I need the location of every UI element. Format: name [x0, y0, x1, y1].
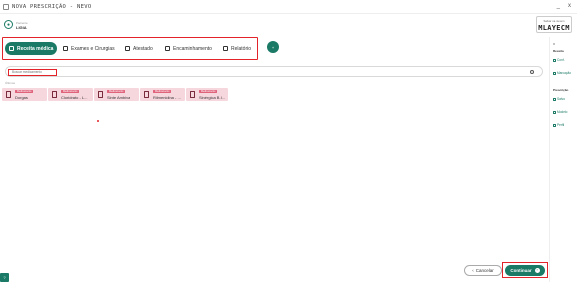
sidebar-item-conf[interactable]: Conf. — [553, 58, 565, 62]
tab-label: Atestado — [133, 45, 153, 52]
tab-atestado[interactable]: Atestado — [121, 42, 157, 55]
sidebar-item-marcacao[interactable]: Marcação — [553, 71, 571, 75]
chevron-left-icon: ‹ — [472, 268, 474, 273]
card-name: Rilmenidina - ... — [153, 94, 181, 100]
recent-card[interactable]: Medicamento Sinte Ambiva — [94, 88, 139, 101]
help-icon[interactable]: ? — [0, 273, 9, 282]
right-sidebar: x Receita Conf. Marcação Prescrição Salv… — [549, 37, 577, 282]
document-icon — [6, 91, 11, 98]
sidebar-item-label: Modelo — [557, 110, 568, 114]
window-title: NOVA PRESCRIÇÃO - NEVO — [12, 3, 92, 10]
search-input[interactable] — [8, 68, 57, 76]
sidebar-item-label: Perfil — [557, 123, 565, 127]
sidebar-item-label: Conf. — [557, 58, 565, 62]
document-icon — [223, 46, 228, 51]
card-badge: Medicamento — [107, 90, 126, 93]
continue-label: Continuar — [510, 268, 532, 273]
card-badge: Medicamento — [15, 90, 34, 93]
plus-icon: + — [271, 44, 275, 50]
card-badge: Medicamento — [199, 90, 218, 93]
tab-relatorio[interactable]: Relatório — [219, 42, 255, 55]
code-label: Salvar na nuvem — [543, 19, 565, 23]
link-icon — [63, 46, 68, 51]
tab-label: Relatório — [231, 45, 252, 52]
document-icon — [98, 91, 103, 98]
close-icon[interactable]: x — [553, 41, 555, 46]
sidebar-item-modelo[interactable]: Modelo — [553, 110, 567, 114]
recent-card[interactable]: Medicamento Rilmenidina - ... — [140, 88, 185, 101]
medication-search — [5, 66, 543, 77]
tab-label: Receita médica — [17, 45, 54, 52]
save-icon — [553, 97, 556, 101]
document-type-tabs: Receita médica Exames e Cirurgias Atesta… — [2, 37, 258, 60]
tab-encaminhamento[interactable]: Encaminhamento — [161, 42, 216, 55]
sidebar-item-label: Salvo — [557, 97, 565, 101]
tab-label: Exames e Cirurgias — [71, 45, 115, 52]
document-icon — [125, 46, 130, 51]
recent-card[interactable]: Medicamento Sinérgica B.I... — [186, 88, 228, 101]
cursor-marker — [97, 120, 99, 122]
card-name: Sinérgica B.I... — [199, 94, 226, 100]
patient-name: LIGIA — [16, 25, 27, 30]
pill-icon — [9, 46, 14, 51]
document-icon — [144, 91, 149, 98]
close-window-button[interactable]: x — [568, 3, 571, 9]
template-icon — [553, 110, 556, 114]
window-controls: _ x — [557, 3, 571, 9]
profile-icon — [553, 123, 556, 127]
edit-icon — [553, 71, 556, 75]
prescription-code-box[interactable]: Salvar na nuvem MLAYECM — [536, 16, 572, 33]
cancel-label: Cancelar — [475, 268, 494, 273]
continue-button[interactable]: Continuar › — [505, 265, 545, 276]
document-icon — [190, 91, 195, 98]
tab-receita-medica[interactable]: Receita médica — [5, 42, 58, 55]
search-icon[interactable] — [530, 69, 534, 74]
card-badge: Medicamento — [153, 90, 172, 93]
title-bar: NOVA PRESCRIÇÃO - NEVO _ x — [0, 0, 577, 14]
minimize-button[interactable]: _ — [557, 3, 560, 9]
arrow-right-icon: › — [534, 268, 540, 273]
cancel-button[interactable]: ‹ Cancelar — [464, 265, 502, 276]
add-document-button[interactable]: + — [267, 41, 279, 53]
recent-card[interactable]: Medicamento Cloridrato - L... — [48, 88, 93, 101]
code-value: MLAYECM — [538, 24, 570, 32]
card-name: Sinte Ambiva — [107, 94, 131, 100]
header: ● Paciente LIGIA — [0, 15, 548, 37]
recent-card[interactable]: Medicamento Dorgas — [2, 88, 47, 101]
card-name: Cloridrato - L... — [61, 94, 88, 100]
sidebar-section-prescricao: Prescrição — [553, 88, 569, 92]
card-badge: Medicamento — [61, 90, 80, 93]
document-icon — [52, 91, 57, 98]
sidebar-item-salvo[interactable]: Salvo — [553, 97, 565, 101]
app-icon — [3, 3, 9, 10]
tab-exames-cirurgias[interactable]: Exames e Cirurgias — [59, 42, 119, 55]
tab-label: Encaminhamento — [173, 45, 212, 52]
card-name: Dorgas — [15, 94, 28, 100]
document-icon — [165, 46, 170, 51]
recent-label: Últimos — [5, 81, 16, 85]
patient-avatar-icon[interactable]: ● — [4, 20, 13, 29]
sidebar-item-perfil[interactable]: Perfil — [553, 123, 564, 127]
sidebar-section-receita: Receita — [553, 49, 564, 53]
sidebar-item-label: Marcação — [557, 71, 571, 75]
settings-icon — [553, 58, 556, 62]
